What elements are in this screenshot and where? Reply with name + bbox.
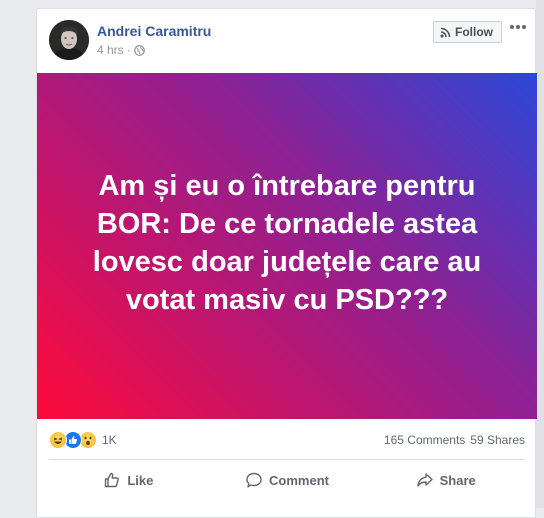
comment-bubble-icon [246, 472, 262, 488]
author-name-link[interactable]: Andrei Caramitru [97, 23, 211, 39]
globe-icon[interactable] [133, 44, 145, 56]
haha-icon [49, 431, 67, 449]
comment-button[interactable]: Comment [208, 460, 367, 500]
comment-button-label: Comment [269, 472, 329, 488]
post-actions: Like Comment Share [49, 460, 525, 500]
avatar-portrait-icon [49, 20, 89, 60]
post-message: Am și eu o întrebare pentru BOR: De ce t… [92, 170, 482, 316]
post-meta: 4 hrs · [97, 43, 145, 57]
follow-button-label: Follow [455, 25, 493, 39]
reaction-count[interactable]: 1K [102, 433, 117, 447]
post-timestamp[interactable]: 4 hrs [97, 43, 124, 57]
post-card: Andrei Caramitru 4 hrs · Follow Am și eu… [36, 8, 537, 518]
thumbs-up-icon [105, 472, 120, 488]
more-dots-icon[interactable] [509, 22, 527, 32]
meta-separator: · [126, 43, 131, 57]
share-button[interactable]: Share [366, 460, 525, 500]
like-button-label: Like [127, 472, 154, 488]
like-button[interactable]: Like [49, 460, 208, 500]
comments-count-link[interactable]: 165 Comments [384, 433, 465, 447]
right-scroll-rail [536, 0, 544, 508]
rss-icon [440, 27, 451, 37]
stats-counts: 165 Comments 59 Shares [384, 433, 525, 447]
share-button-label: Share [439, 472, 476, 488]
post-stats: 1K 165 Comments 59 Shares [37, 419, 537, 459]
reactions-summary[interactable]: 1K [49, 431, 117, 449]
post-header: Andrei Caramitru 4 hrs · Follow [37, 9, 537, 73]
author-avatar[interactable] [49, 20, 89, 60]
post-background-text[interactable]: Am și eu o întrebare pentru BOR: De ce t… [37, 73, 537, 419]
follow-button[interactable]: Follow [433, 21, 502, 43]
share-arrow-icon [416, 473, 433, 487]
shares-count-link[interactable]: 59 Shares [470, 433, 525, 447]
